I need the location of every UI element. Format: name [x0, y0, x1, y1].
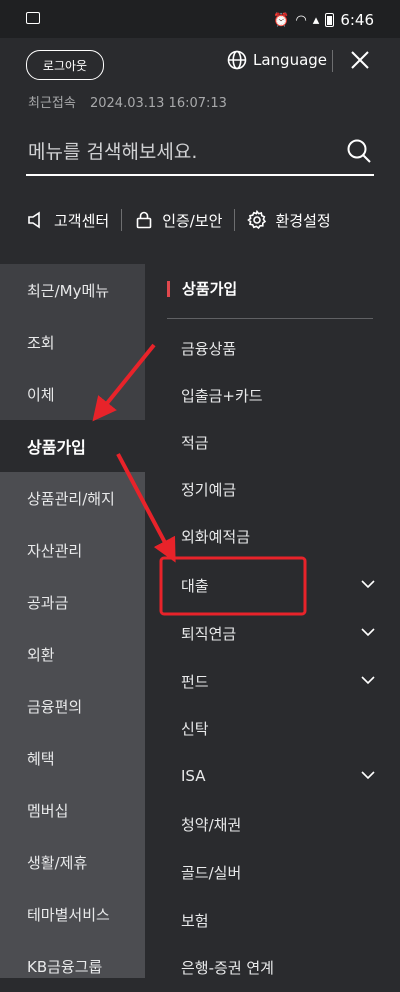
chevron-down-icon[interactable] [360, 576, 376, 592]
submenu-panel: 상품가입 금융상품 입출금+카드 적금 정기예금 외화예적금 대출 퇴직연금 펀… [145, 264, 400, 978]
nav-item-product-manage[interactable]: 상품관리/해지 [0, 472, 145, 524]
close-icon[interactable] [348, 48, 372, 72]
last-access-time: 2024.03.13 16:07:13 [89, 96, 227, 111]
submenu-item-label: 신탁 [181, 719, 209, 738]
submenu-item-loan[interactable]: 대출 [181, 562, 376, 608]
language-button[interactable]: Language [227, 50, 327, 70]
submenu-item-insurance[interactable]: 보험 [181, 897, 376, 943]
auth-security-button[interactable]: 인증/보안 [134, 210, 222, 231]
alarm-icon: ⏰ [273, 12, 290, 28]
search-input[interactable] [28, 136, 328, 168]
divider [167, 318, 373, 319]
nav-item-convenience[interactable]: 금융편의 [0, 680, 145, 732]
logout-button[interactable]: 로그아웃 [26, 50, 104, 80]
submenu-item-subscription-bond[interactable]: 청약/채권 [181, 801, 376, 847]
signal-icon: ▴ [312, 12, 320, 28]
submenu-item-foreign-deposit[interactable]: 외화예적금 [181, 513, 376, 559]
submenu-item-deposit-card[interactable]: 입출금+카드 [181, 372, 376, 418]
submenu-item-isa[interactable]: ISA [181, 753, 376, 799]
chevron-down-icon[interactable] [360, 624, 376, 640]
gear-icon [247, 210, 267, 230]
submenu-item-fund[interactable]: 펀드 [181, 658, 376, 704]
quick-links: 고객센터 인증/보안 환경설정 [26, 206, 374, 234]
nav-item-utility[interactable]: 공과금 [0, 576, 145, 628]
nav-item-benefits[interactable]: 혜택 [0, 732, 145, 784]
settings-label: 환경설정 [275, 211, 331, 230]
divider [332, 50, 333, 72]
submenu-item-label: 퇴직연금 [181, 624, 237, 643]
last-access-info: 최근접속 2024.03.13 16:07:13 [28, 92, 237, 111]
language-label: Language [253, 51, 328, 69]
customer-center-label: 고객센터 [54, 211, 110, 230]
submenu-title: 상품가입 [167, 278, 237, 299]
nav-item-inquiry[interactable]: 조회 [0, 316, 145, 368]
nav-item-asset[interactable]: 자산관리 [0, 524, 145, 576]
submenu-item-label: 대출 [181, 576, 209, 595]
submenu-item-bank-securities[interactable]: 은행-증권 연계 [181, 944, 376, 990]
menu-header: 로그아웃 Language 최근접속 2024.03.13 16:07:13 고… [0, 38, 400, 264]
settings-button[interactable]: 환경설정 [247, 210, 331, 231]
lock-icon [136, 211, 152, 229]
nav-item-product-signup[interactable]: 상품가입 [0, 420, 145, 472]
last-access-label: 최근접속 [28, 96, 76, 111]
submenu-item-label: 금융상품 [181, 339, 237, 358]
globe-icon [227, 50, 247, 70]
submenu-item-pension[interactable]: 퇴직연금 [181, 610, 376, 656]
status-icons: ⏰ ◠ ▴ 6:46 [273, 11, 374, 29]
title-accent [167, 280, 170, 297]
submenu-title-label: 상품가입 [182, 280, 238, 298]
status-time: 6:46 [340, 11, 374, 29]
submenu-item-trust[interactable]: 신탁 [181, 705, 376, 751]
submenu-item-label: ISA [181, 767, 206, 785]
gallery-notification-icon [26, 12, 40, 24]
submenu-item-time-deposit[interactable]: 정기예금 [181, 466, 376, 512]
speaker-icon [28, 211, 40, 229]
status-bar: ⏰ ◠ ▴ 6:46 [0, 0, 400, 38]
divider [234, 209, 236, 231]
submenu-item-label: 청약/채권 [181, 815, 242, 834]
submenu-item-label: 적금 [181, 433, 209, 452]
divider [121, 209, 123, 231]
nav-item-transfer[interactable]: 이체 [0, 368, 145, 420]
search-icon[interactable] [346, 138, 372, 164]
submenu-item-label: 은행-증권 연계 [181, 958, 274, 977]
nav-item-foreign-exchange[interactable]: 외환 [0, 628, 145, 680]
customer-center-button[interactable]: 고객센터 [26, 210, 109, 231]
chevron-down-icon[interactable] [360, 672, 376, 688]
nav-item-life[interactable]: 생활/제휴 [0, 836, 145, 888]
nav-item-membership[interactable]: 멤버십 [0, 784, 145, 836]
category-nav: 최근/My메뉴 조회 이체 상품가입 상품관리/해지 자산관리 공과금 외환 금… [0, 264, 145, 978]
nav-item-theme[interactable]: 테마별서비스 [0, 888, 145, 940]
nav-item-kb-group[interactable]: KB금융그룹 [0, 940, 145, 992]
menu-search [26, 134, 374, 176]
auth-security-label: 인증/보안 [162, 211, 223, 230]
submenu-item-financial-products[interactable]: 금융상품 [181, 325, 376, 371]
submenu-item-label: 골드/실버 [181, 863, 242, 882]
submenu-item-label: 외화예적금 [181, 527, 251, 546]
nav-item-recent[interactable]: 최근/My메뉴 [0, 264, 145, 316]
submenu-item-label: 펀드 [181, 672, 209, 691]
submenu-item-label: 입출금+카드 [181, 386, 263, 405]
wifi-icon: ◠ [295, 12, 307, 28]
submenu-item-gold-silver[interactable]: 골드/실버 [181, 849, 376, 895]
chevron-down-icon[interactable] [360, 767, 376, 783]
submenu-item-savings[interactable]: 적금 [181, 419, 376, 465]
submenu-item-label: 정기예금 [181, 480, 237, 499]
submenu-item-label: 보험 [181, 911, 209, 930]
battery-icon [325, 13, 335, 27]
